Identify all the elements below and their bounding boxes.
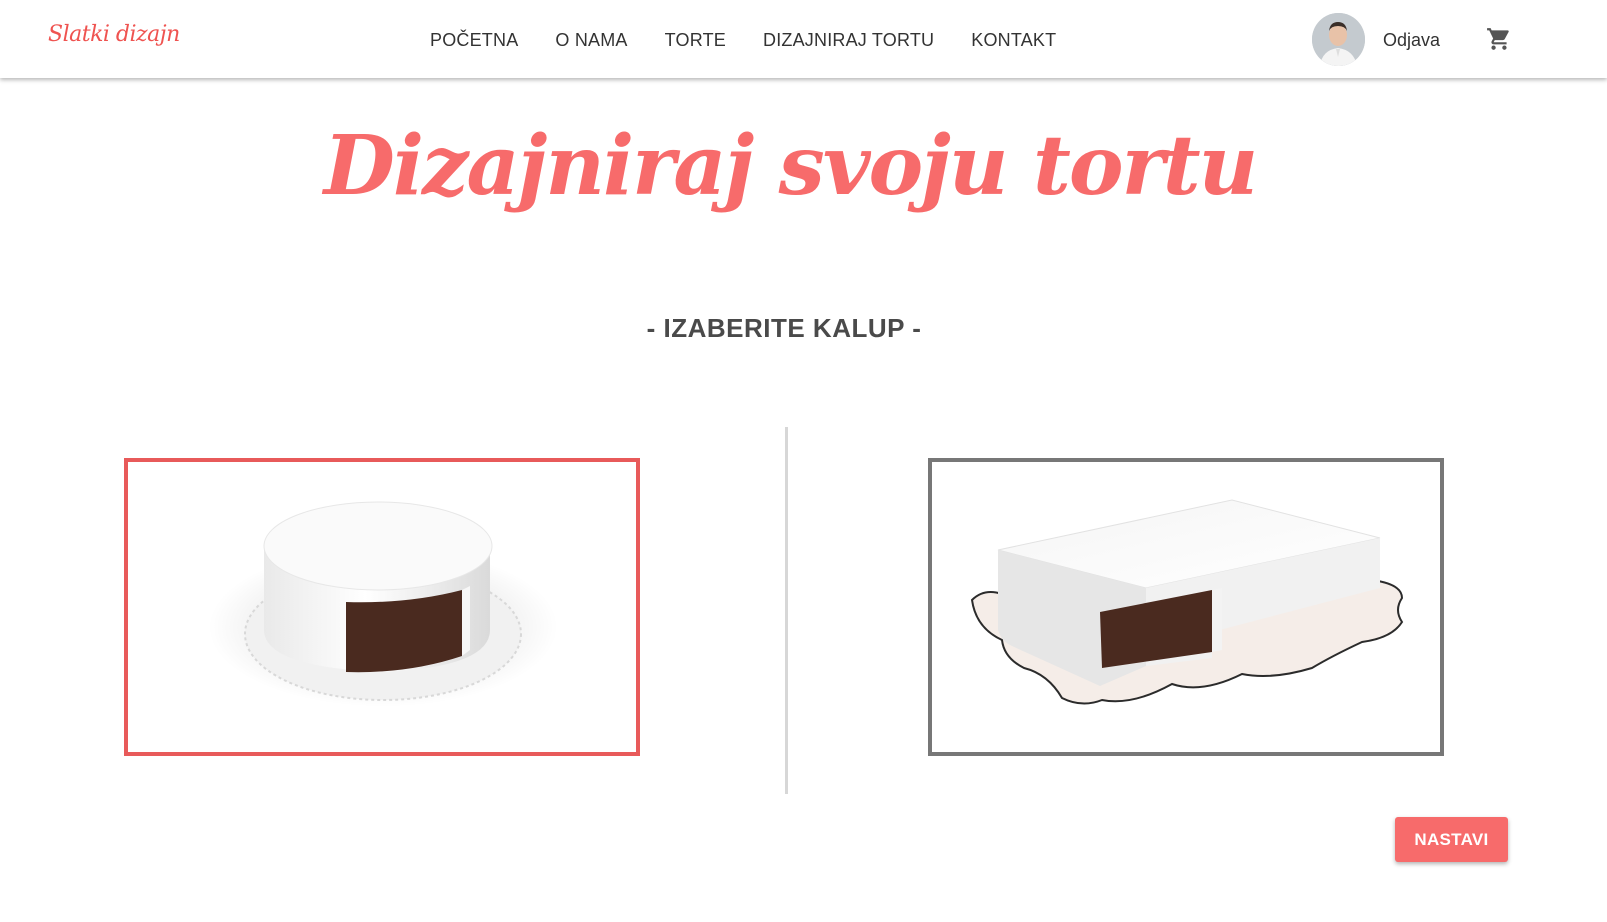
nav-item-pocetna[interactable]: POČETNA: [430, 29, 518, 51]
rectangle-cake-image: [970, 499, 1404, 705]
site-logo[interactable]: Slatki dizajn: [48, 22, 180, 47]
nav-item-torte[interactable]: TORTE: [665, 29, 726, 51]
user-avatar[interactable]: [1312, 13, 1365, 66]
nav-item-dizajniraj-tortu[interactable]: DIZAJNIRAJ TORTU: [763, 29, 934, 51]
mold-option-rectangle[interactable]: [928, 458, 1444, 756]
section-subtitle: - IZABERITE KALUP -: [646, 313, 922, 343]
continue-button[interactable]: NASTAVI: [1395, 817, 1508, 862]
page-title: Dizajniraj svoju tortu: [323, 118, 1259, 214]
logout-link[interactable]: Odjava: [1383, 29, 1440, 51]
vertical-divider: [785, 427, 788, 794]
top-navbar: Slatki dizajn POČETNA O NAMA TORTE DIZAJ…: [0, 0, 1607, 78]
mold-option-round[interactable]: [124, 458, 640, 756]
nav-item-kontakt[interactable]: KONTAKT: [971, 29, 1056, 51]
main-nav: POČETNA O NAMA TORTE DIZAJNIRAJ TORTU KO…: [430, 29, 1093, 51]
cart-icon[interactable]: [1486, 26, 1512, 52]
round-cake-image: [208, 501, 558, 707]
nav-item-o-nama[interactable]: O NAMA: [555, 29, 627, 51]
